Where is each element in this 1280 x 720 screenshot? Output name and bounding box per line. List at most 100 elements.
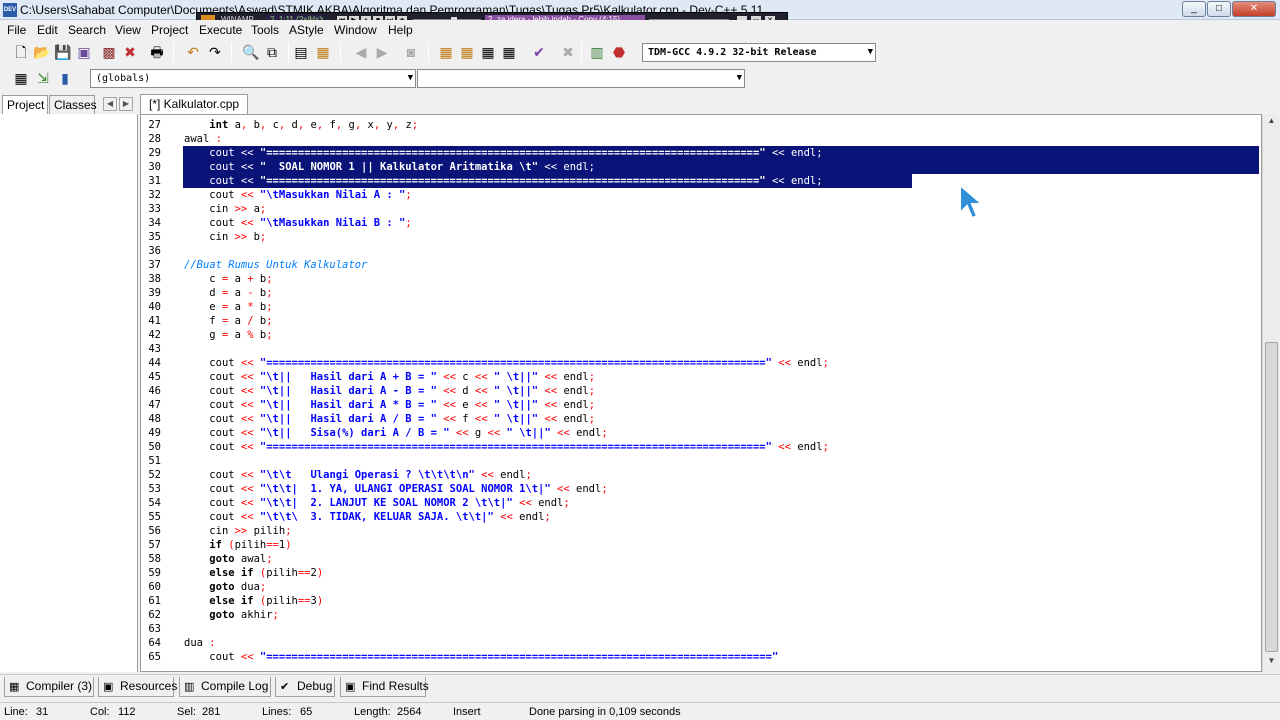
menu-file[interactable]: File [7,23,26,37]
code-line[interactable]: 27 int a, b, c, d, e, f, g, x, y, z; [141,118,1261,132]
bookmark-icon[interactable]: ▦ [314,43,332,61]
code-line[interactable]: 36 [141,244,1261,258]
chevron-left-icon[interactable]: ◀ [103,97,117,111]
menu-help[interactable]: Help [388,23,413,37]
code-line[interactable]: 45 cout << "\t|| Hasil dari A + B = " <<… [141,370,1261,384]
maximize-button[interactable]: □ [1207,1,1231,17]
menu-tools[interactable]: Tools [251,23,279,37]
tab-find-results-label: Find Results [362,679,429,693]
chart-icon[interactable]: ▥ [588,43,606,61]
scroll-up-icon[interactable]: ▲ [1265,116,1278,130]
code-line[interactable]: 51 [141,454,1261,468]
compile-icon[interactable]: ▦ [437,43,455,61]
code-line[interactable]: 48 cout << "\t|| Hasil dari A / B = " <<… [141,412,1261,426]
code-line[interactable]: 40 e = a * b; [141,300,1261,314]
menu-project[interactable]: Project [151,23,188,37]
compile-run-icon[interactable]: ▦ [479,43,497,61]
tab-kalkulator-cpp[interactable]: [*] Kalkulator.cpp [140,94,249,114]
save-all-icon[interactable]: ▣ [75,43,93,61]
scope-select[interactable]: (globals) ▼ [90,69,416,88]
code-line[interactable]: 57 if (pilih==1) [141,538,1261,552]
code-line[interactable]: 31 cout << "============================… [141,174,1261,188]
menu-astyle[interactable]: AStyle [289,23,324,37]
tab-find-results[interactable]: ▣ Find Results [340,677,429,697]
tab-compile-log[interactable]: ▥ Compile Log [179,677,271,697]
code-line[interactable]: 49 cout << "\t|| Sisa(%) dari A / B = " … [141,426,1261,440]
print-icon[interactable]: 🖶 [148,43,166,61]
save-icon[interactable]: 💾 [54,43,72,61]
class-browser-icon[interactable]: ▦ [12,69,30,87]
line-number: 40 [148,301,161,313]
code-line[interactable]: 52 cout << "\t\t Ulangi Operasi ? \t\t\t… [141,468,1261,482]
close-file-icon[interactable]: ▩ [100,43,118,61]
goto-line-icon[interactable]: ▤ [292,43,310,61]
code-line[interactable]: 42 g = a % b; [141,328,1261,342]
open-file-icon[interactable]: 📂 [33,43,51,61]
scroll-down-icon[interactable]: ▼ [1265,656,1278,670]
close-button[interactable]: ✕ [1232,1,1276,17]
menu-search[interactable]: Search [68,23,106,37]
minimize-button[interactable]: _ [1182,1,1206,17]
code-line[interactable]: 55 cout << "\t\t\ 3. TIDAK, KELUAR SAJA.… [141,510,1261,524]
code-line[interactable]: 56 cin >> pilih; [141,524,1261,538]
code-line[interactable]: 60 goto dua; [141,580,1261,594]
unindent-icon[interactable]: ◀ [352,43,370,61]
code-line[interactable]: 54 cout << "\t\t| 2. LANJUT KE SOAL NOMO… [141,496,1261,510]
compiler-select[interactable]: TDM-GCC 4.9.2 32-bit Release ▼ [642,43,876,62]
chevron-right-icon[interactable]: ▶ [119,97,133,111]
check-syntax-icon[interactable]: ✔ [530,43,548,61]
code-line[interactable]: 43 [141,342,1261,356]
tab-compiler[interactable]: ▦ Compiler (3) [4,677,94,697]
new-file-icon[interactable]: 🗋 [12,43,30,61]
stop-execution-icon[interactable]: ✖ [559,43,577,61]
tab-classes[interactable]: Classes [49,95,97,114]
toggle-icon[interactable]: ▮ [56,69,74,87]
vertical-scrollbar[interactable]: ▲ ▼ [1262,114,1279,672]
undo-icon[interactable]: ↶ [184,43,202,61]
menu-edit[interactable]: Edit [37,23,58,37]
project-browser[interactable] [0,94,138,672]
tab-debug[interactable]: ✔ Debug [275,677,335,697]
insert-icon[interactable]: ⇲ [34,69,52,87]
code-line[interactable]: 64 dua : [141,636,1261,650]
code-line[interactable]: 59 else if (pilih==2) [141,566,1261,580]
code-line[interactable]: 33 cin >> a; [141,202,1261,216]
rebuild-icon[interactable]: ▦ [500,43,518,61]
find-icon[interactable]: 🔍 [242,43,260,61]
debug-icon[interactable]: ⬣ [610,43,628,61]
code-editor[interactable]: 27 int a, b, c, d, e, f, g, x, y, z; 28 aw… [140,114,1262,672]
code-line[interactable]: 61 else if (pilih==3) [141,594,1261,608]
indent-icon[interactable]: ▶ [373,43,391,61]
tab-resources[interactable]: ▣ Resources [98,677,177,697]
code-line[interactable]: 35 cin >> b; [141,230,1261,244]
replace-icon[interactable]: ⧉ [263,43,281,61]
code-line[interactable]: 41 f = a / b; [141,314,1261,328]
close-all-icon[interactable]: ✖ [121,43,139,61]
run-icon[interactable]: ▦ [458,43,476,61]
menu-execute[interactable]: Execute [199,23,242,37]
code-line[interactable]: 46 cout << "\t|| Hasil dari A - B = " <<… [141,384,1261,398]
menu-window[interactable]: Window [334,23,377,37]
code-line[interactable]: 37 //Buat Rumus Untuk Kalkulator [141,258,1261,272]
code-line[interactable]: 39 d = a - b; [141,286,1261,300]
code-line[interactable]: 29 cout << "============================… [141,146,1261,160]
code-line[interactable]: 32 cout << "\tMasukkan Nilai A : "; [141,188,1261,202]
code-line[interactable]: 47 cout << "\t|| Hasil dari A * B = " <<… [141,398,1261,412]
code-line[interactable]: 50 cout << "============================… [141,440,1261,454]
code-line[interactable]: 34 cout << "\tMasukkan Nilai B : "; [141,216,1261,230]
code-line[interactable]: 63 [141,622,1261,636]
scrollbar-thumb[interactable] [1265,342,1278,652]
toggle-comment-icon[interactable]: ◙ [402,43,420,61]
menu-view[interactable]: View [115,23,141,37]
code-line[interactable]: 53 cout << "\t\t| 1. YA, ULANGI OPERASI … [141,482,1261,496]
code-line[interactable]: 58 goto awal; [141,552,1261,566]
code-line[interactable]: 65 cout << "============================… [141,650,1261,664]
member-select[interactable]: ▼ [417,69,745,88]
code-line[interactable]: 28 awal : [141,132,1261,146]
redo-icon[interactable]: ↷ [206,43,224,61]
code-line[interactable]: 62 goto akhir; [141,608,1261,622]
code-line[interactable]: 30 cout << " SOAL NOMOR 1 || Kalkulator … [141,160,1261,174]
code-line[interactable]: 38 c = a + b; [141,272,1261,286]
tab-project[interactable]: Project [2,95,48,114]
code-line[interactable]: 44 cout << "============================… [141,356,1261,370]
